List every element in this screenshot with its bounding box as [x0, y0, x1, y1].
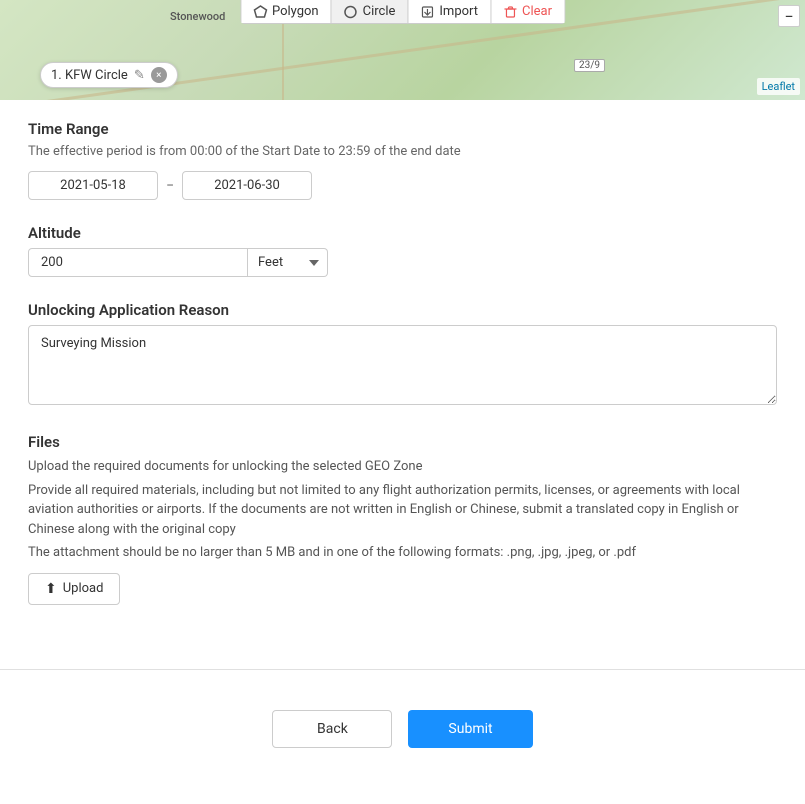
start-date-input[interactable] — [28, 171, 158, 200]
footer-actions: Back Submit — [0, 690, 805, 778]
altitude-title: Altitude — [28, 224, 777, 242]
clear-label: Clear — [522, 4, 552, 19]
submit-button[interactable]: Submit — [408, 710, 532, 748]
date-range-row: − — [28, 171, 777, 200]
upload-button[interactable]: ⬆ Upload — [28, 573, 120, 605]
time-range-description: The effective period is from 00:00 of th… — [28, 144, 777, 159]
stonewood-place-label: Stonewood — [170, 10, 225, 23]
map-number-label: 23/9 — [574, 59, 605, 72]
altitude-section: Altitude Feet Meters — [28, 224, 777, 277]
files-desc1: Upload the required documents for unlock… — [28, 457, 777, 477]
zoom-minus-button[interactable]: − — [778, 5, 800, 27]
edit-icon[interactable]: ✎ — [134, 68, 145, 83]
date-separator: − — [166, 178, 174, 194]
circle-icon — [344, 5, 358, 19]
close-icon[interactable]: × — [151, 67, 167, 83]
files-section: Files Upload the required documents for … — [28, 433, 777, 605]
reason-section: Unlocking Application Reason Surveying M… — [28, 301, 777, 409]
import-label: Import — [439, 4, 478, 19]
files-title: Files — [28, 433, 777, 451]
time-range-section: Time Range The effective period is from … — [28, 120, 777, 200]
polygon-icon — [253, 5, 267, 19]
import-tool-button[interactable]: Import — [408, 0, 491, 23]
leaflet-label: Leaflet — [757, 78, 800, 95]
polygon-tool-button[interactable]: Polygon — [241, 0, 332, 23]
clear-tool-button[interactable]: Clear — [491, 0, 564, 23]
reason-textarea[interactable]: Surveying Mission — [28, 325, 777, 405]
circle-label: Circle — [363, 4, 396, 19]
main-content: Time Range The effective period is from … — [0, 100, 805, 649]
circle-badge-text: 1. KFW Circle — [51, 68, 128, 83]
map-area: Polygon Circle Import Clear Stonewood − … — [0, 0, 805, 100]
files-desc2: Provide all required materials, includin… — [28, 481, 777, 540]
time-range-title: Time Range — [28, 120, 777, 138]
circle-badge: 1. KFW Circle ✎ × — [40, 62, 178, 88]
import-icon — [420, 5, 434, 19]
trash-icon — [503, 5, 517, 19]
files-desc3: The attachment should be no larger than … — [28, 543, 777, 563]
map-toolbar: Polygon Circle Import Clear — [240, 0, 565, 24]
upload-icon: ⬆ — [45, 581, 57, 597]
altitude-row: Feet Meters — [28, 248, 777, 277]
altitude-input[interactable] — [28, 248, 248, 277]
upload-label: Upload — [63, 581, 104, 596]
end-date-input[interactable] — [182, 171, 312, 200]
back-button[interactable]: Back — [272, 710, 392, 748]
polygon-label: Polygon — [272, 4, 319, 19]
unit-select[interactable]: Feet Meters — [248, 248, 328, 277]
divider — [0, 669, 805, 670]
reason-title: Unlocking Application Reason — [28, 301, 777, 319]
circle-tool-button[interactable]: Circle — [332, 0, 409, 23]
